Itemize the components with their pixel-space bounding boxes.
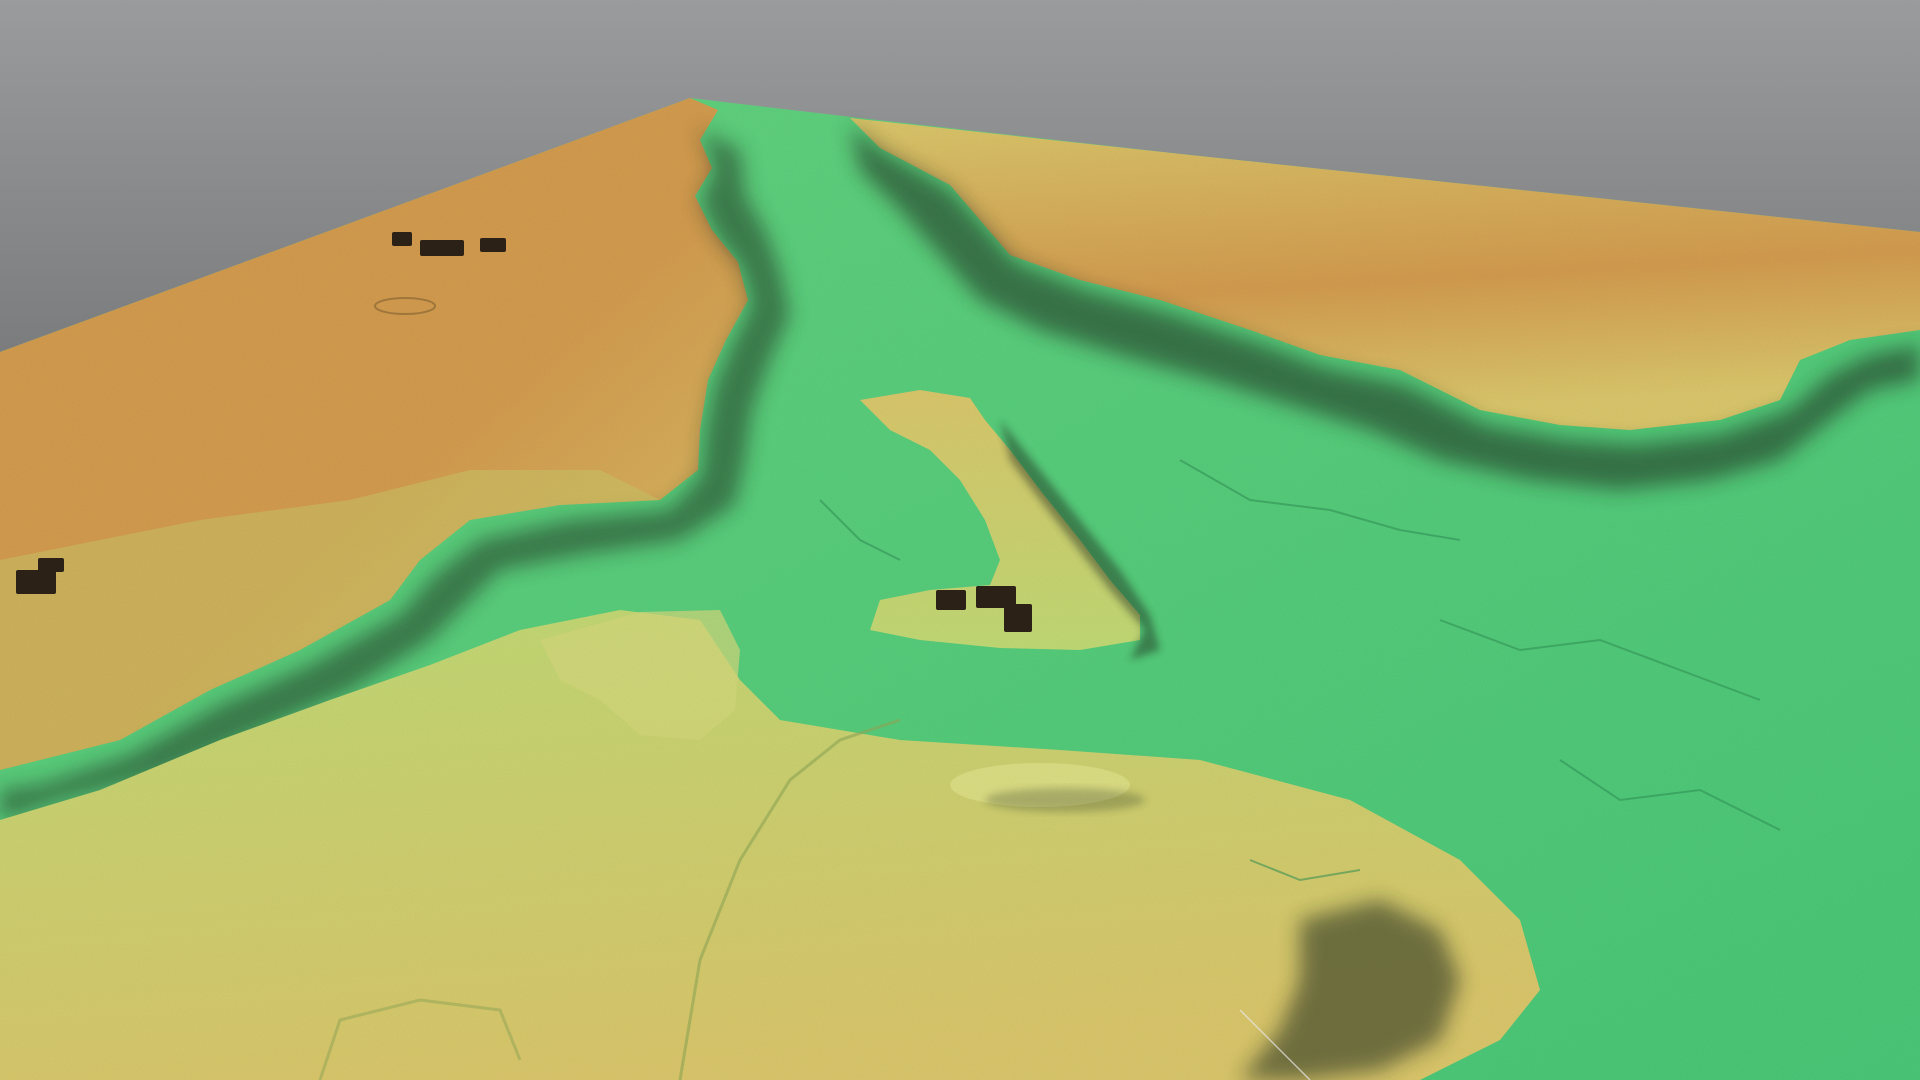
foreground-knoll-shadow: [985, 788, 1145, 812]
building: [38, 558, 64, 572]
terrain-scene[interactable]: [0, 0, 1920, 1080]
building: [16, 570, 56, 594]
building: [392, 232, 412, 246]
building: [936, 590, 966, 610]
building: [420, 240, 464, 256]
building: [480, 238, 506, 252]
building: [1004, 604, 1032, 632]
terrain-viewport[interactable]: [0, 0, 1920, 1080]
